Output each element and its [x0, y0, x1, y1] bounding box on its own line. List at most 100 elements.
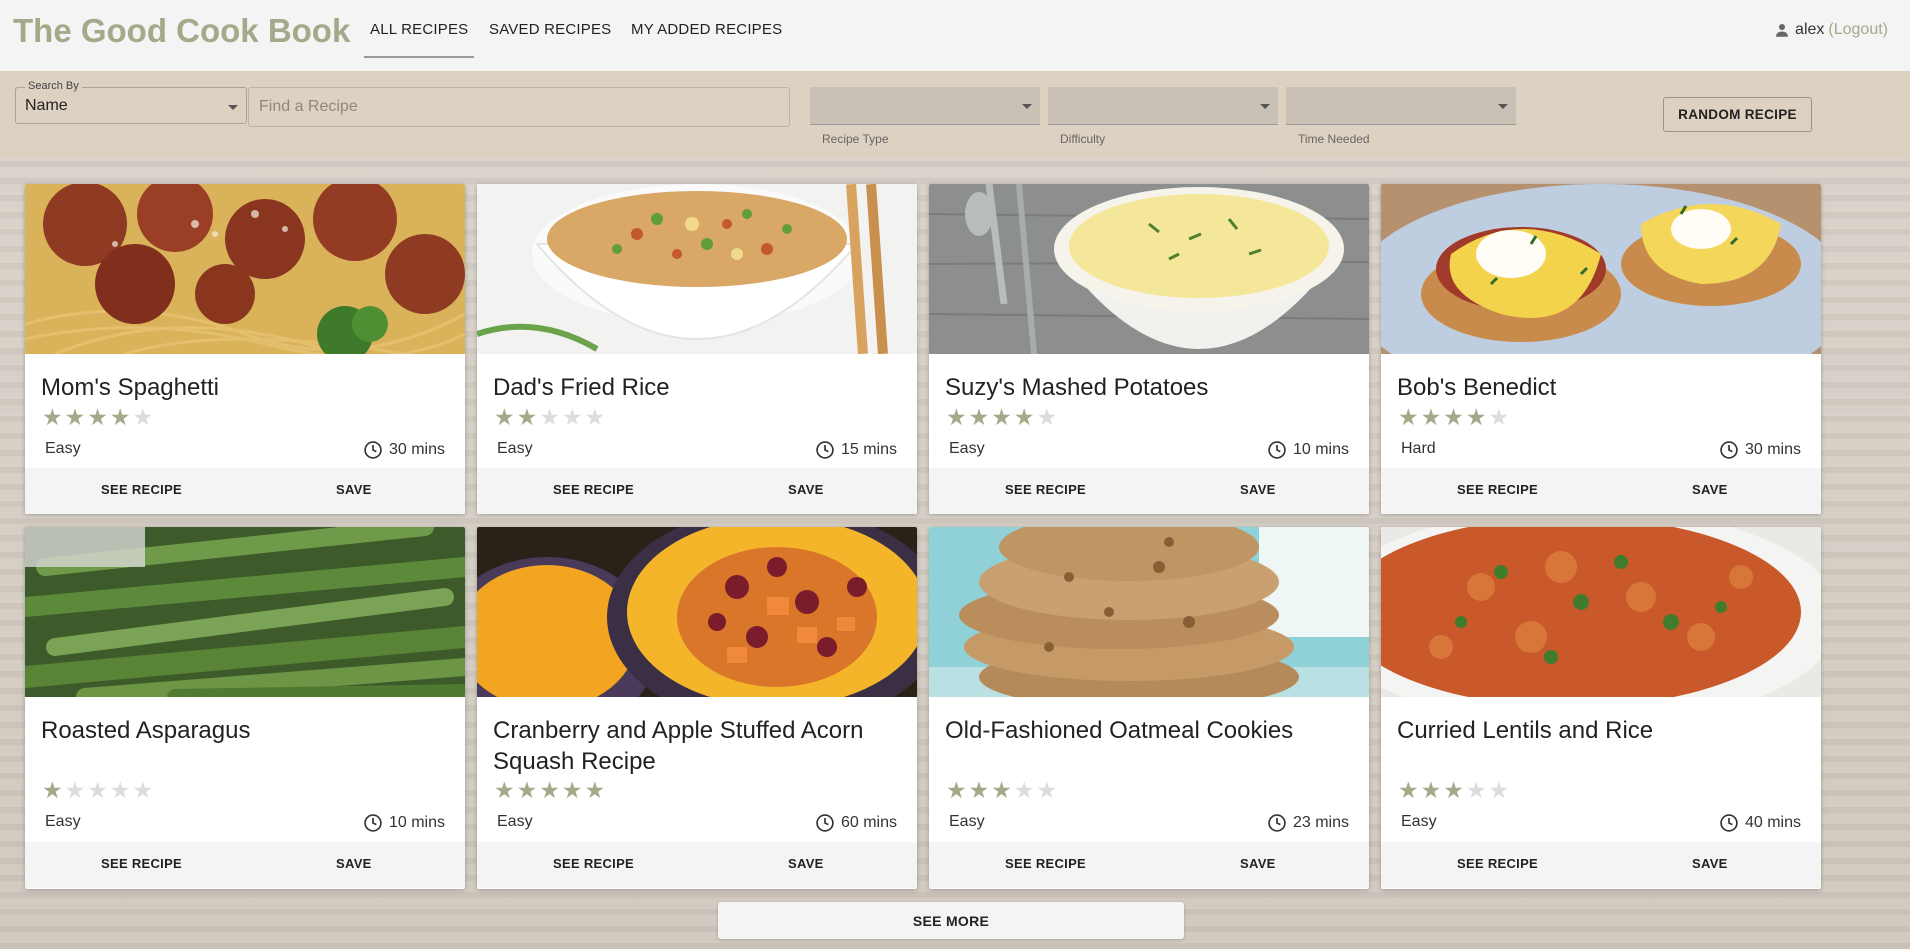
username: alex	[1795, 21, 1825, 38]
clock-icon	[816, 814, 834, 832]
star-filled-icon: ★	[1420, 777, 1442, 803]
see-recipe-button[interactable]: SEE RECIPE	[1457, 482, 1538, 497]
rating-stars: ★ ★ ★ ★ ★	[1398, 778, 1509, 802]
recipe-image-fried-rice[interactable]	[477, 184, 917, 354]
recipe-card: Old-Fashioned Oatmeal Cookies ★ ★ ★ ★ ★ Easy…	[929, 527, 1369, 889]
see-recipe-button[interactable]: SEE RECIPE	[101, 482, 182, 497]
time-info: 40 mins	[1719, 813, 1801, 833]
save-button[interactable]: SAVE	[1692, 482, 1728, 497]
star-empty-icon: ★	[109, 777, 131, 803]
save-button[interactable]: SAVE	[788, 856, 824, 871]
star-filled-icon: ★	[87, 404, 108, 430]
card-actions: SEE RECIPE SAVE	[477, 842, 917, 888]
rating-stars: ★ ★ ★ ★ ★	[42, 405, 153, 429]
star-filled-icon: ★	[64, 404, 86, 430]
save-button[interactable]: SAVE	[336, 856, 372, 871]
tab-my-added-recipes[interactable]: MY ADDED RECIPES	[631, 21, 782, 38]
star-empty-icon: ★	[561, 404, 583, 430]
card-actions: SEE RECIPE SAVE	[25, 842, 465, 888]
tab-all-recipes[interactable]: ALL RECIPES	[363, 21, 475, 58]
star-filled-icon: ★	[494, 404, 515, 430]
recipe-image-mashed-potatoes[interactable]	[929, 184, 1369, 354]
recipe-type-select[interactable]	[810, 87, 1040, 125]
recipe-card: Bob's Benedict ★ ★ ★ ★ ★ Hard 30 mins SEE RE…	[1381, 184, 1821, 514]
star-filled-icon: ★	[516, 404, 538, 430]
difficulty-text: Easy	[949, 440, 985, 457]
save-button[interactable]: SAVE	[336, 482, 372, 497]
time-text: 30 mins	[1744, 441, 1801, 458]
time-needed-select[interactable]	[1286, 87, 1516, 125]
see-more-button[interactable]: SEE MORE	[718, 902, 1184, 939]
brand-title[interactable]: The Good Cook Book	[13, 12, 350, 50]
star-filled-icon: ★	[1013, 404, 1035, 430]
time-text: 10 mins	[1292, 441, 1349, 458]
time-text: 15 mins	[840, 441, 897, 458]
recipe-title: Mom's Spaghetti	[41, 374, 219, 401]
star-empty-icon: ★	[584, 404, 606, 430]
time-info: 23 mins	[1267, 813, 1349, 833]
dropdown-arrow-icon	[1498, 104, 1508, 109]
find-recipe-input[interactable]	[249, 88, 789, 126]
rating-stars: ★ ★ ★ ★ ★	[42, 778, 153, 802]
recipe-image-oatmeal-cookies[interactable]	[929, 527, 1369, 697]
difficulty-select[interactable]	[1048, 87, 1278, 125]
recipe-card: Mom's Spaghetti ★ ★ ★ ★ ★ Easy 30 mins SEE R…	[25, 184, 465, 514]
star-filled-icon: ★	[968, 777, 990, 803]
time-info: 15 mins	[815, 440, 897, 460]
recipe-title: Curried Lentils and Rice	[1397, 717, 1654, 744]
rating-stars: ★ ★ ★ ★ ★	[1398, 405, 1509, 429]
search-by-value: Name	[25, 97, 68, 114]
star-empty-icon: ★	[1465, 777, 1487, 803]
recipe-title: Bob's Benedict	[1397, 374, 1557, 401]
see-recipe-button[interactable]: SEE RECIPE	[1457, 856, 1538, 871]
clock-icon	[816, 441, 834, 459]
recipe-card: Roasted Asparagus ★ ★ ★ ★ ★ Easy 10 mins SEE…	[25, 527, 465, 889]
star-filled-icon: ★	[1443, 777, 1464, 803]
recipe-image-benedict[interactable]	[1381, 184, 1821, 354]
star-filled-icon: ★	[42, 777, 63, 803]
recipe-image-asparagus[interactable]	[25, 527, 465, 697]
recipe-title: Roasted Asparagus	[41, 717, 251, 744]
recipe-card: Curried Lentils and Rice ★ ★ ★ ★ ★ Easy 40 m…	[1381, 527, 1821, 889]
card-actions: SEE RECIPE SAVE	[25, 468, 465, 514]
dropdown-arrow-icon	[228, 105, 238, 110]
see-recipe-button[interactable]: SEE RECIPE	[1005, 482, 1086, 497]
see-recipe-button[interactable]: SEE RECIPE	[553, 856, 634, 871]
star-empty-icon: ★	[87, 777, 108, 803]
recipe-image-acorn-squash[interactable]	[477, 527, 917, 697]
recipe-image-spaghetti[interactable]	[25, 184, 465, 354]
see-recipe-button[interactable]: SEE RECIPE	[101, 856, 182, 871]
see-recipe-button[interactable]: SEE RECIPE	[1005, 856, 1086, 871]
recipe-type-label: Recipe Type	[822, 132, 889, 146]
save-button[interactable]: SAVE	[1240, 482, 1276, 497]
person-icon	[1776, 24, 1789, 37]
star-filled-icon: ★	[991, 404, 1012, 430]
card-actions: SEE RECIPE SAVE	[1381, 842, 1821, 888]
star-filled-icon: ★	[1420, 404, 1442, 430]
clock-icon	[1268, 814, 1286, 832]
star-filled-icon: ★	[1398, 777, 1419, 803]
recipe-title: Old-Fashioned Oatmeal Cookies	[945, 717, 1294, 744]
star-filled-icon: ★	[109, 404, 131, 430]
rating-stars: ★ ★ ★ ★ ★	[946, 778, 1057, 802]
random-recipe-button[interactable]: RANDOM RECIPE	[1663, 97, 1812, 132]
search-by-select[interactable]: Search By Name	[15, 80, 247, 124]
logout-link[interactable]: (Logout)	[1828, 21, 1888, 39]
time-text: 60 mins	[840, 814, 897, 831]
save-button[interactable]: SAVE	[1240, 856, 1276, 871]
see-recipe-button[interactable]: SEE RECIPE	[553, 482, 634, 497]
star-empty-icon: ★	[1488, 777, 1510, 803]
save-button[interactable]: SAVE	[1692, 856, 1728, 871]
difficulty-text: Hard	[1401, 440, 1436, 457]
card-actions: SEE RECIPE SAVE	[929, 842, 1369, 888]
star-filled-icon: ★	[516, 777, 538, 803]
tab-saved-recipes[interactable]: SAVED RECIPES	[489, 21, 611, 38]
save-button[interactable]: SAVE	[788, 482, 824, 497]
find-recipe-field[interactable]	[248, 87, 790, 127]
recipe-image-curried-lentils[interactable]	[1381, 527, 1821, 697]
rating-stars: ★ ★ ★ ★ ★	[494, 405, 605, 429]
difficulty-text: Easy	[45, 440, 81, 457]
star-empty-icon: ★	[64, 777, 86, 803]
time-info: 60 mins	[815, 813, 897, 833]
star-empty-icon: ★	[1013, 777, 1035, 803]
